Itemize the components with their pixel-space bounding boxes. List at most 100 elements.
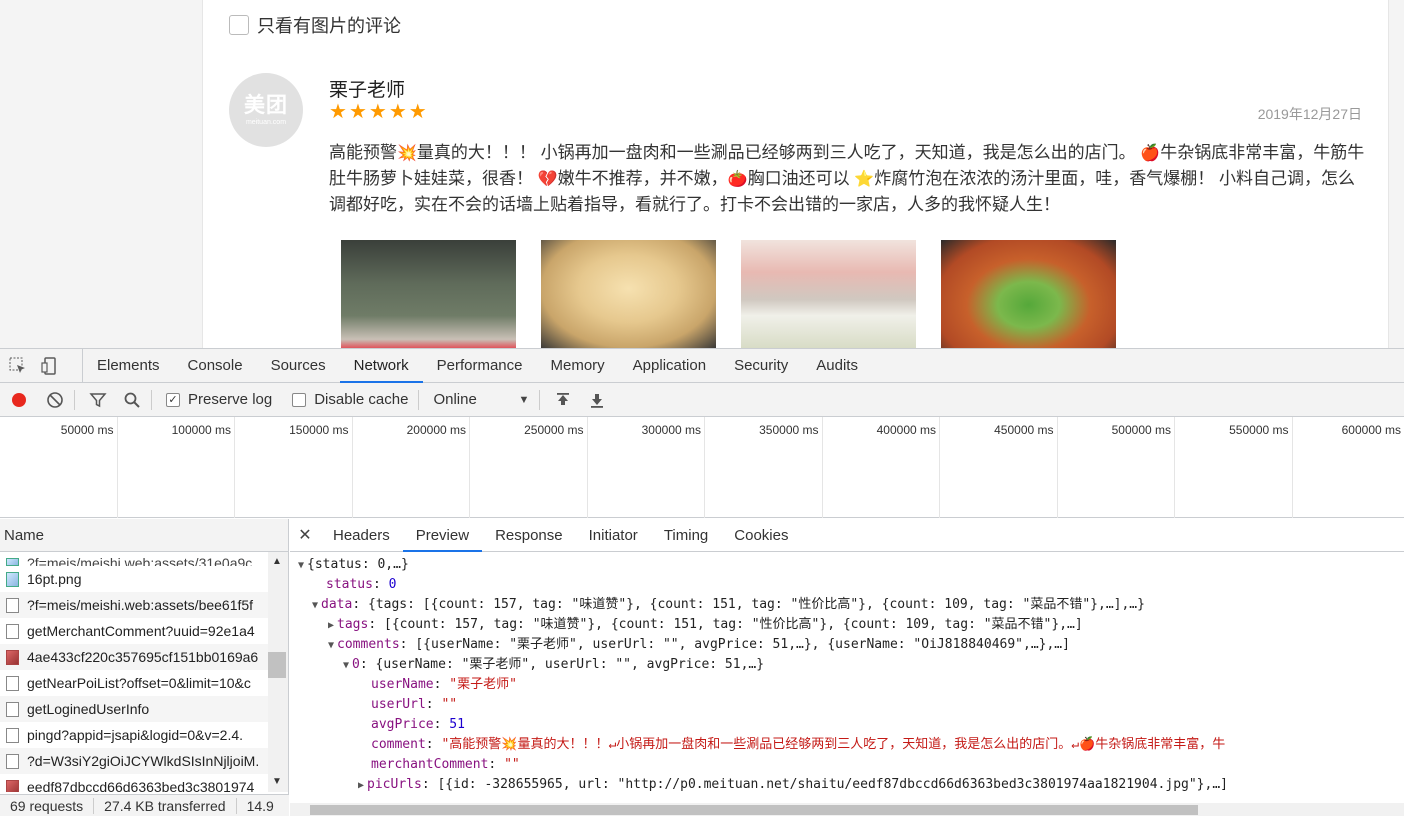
node-key: merchantComment [371,757,489,772]
tree-node-tags[interactable]: ▶ tags: [{count: 157, tag: "味道赞"}, {count… [328,615,1083,635]
tick-label: 600000 ms [1341,423,1401,437]
preview-horizontal-scrollbar[interactable] [290,803,1404,816]
tab-memory[interactable]: Memory [537,349,619,383]
throttling-select[interactable]: Online ▼ [433,391,529,408]
toolbar-divider [74,389,75,410]
device-toolbar-icon[interactable] [40,356,60,376]
export-har-icon[interactable] [586,389,608,411]
expanded-triangle-icon[interactable]: ▼ [343,660,349,671]
request-count: 69 requests [0,798,95,814]
tab-console[interactable]: Console [174,349,257,383]
star-icon: ★ [408,101,427,123]
scroll-down-arrow-icon[interactable]: ▼ [272,776,282,787]
preserve-log-toggle[interactable]: ✓ Preserve log [166,391,272,408]
review-stars: ★ ★ ★ ★ ★ [329,101,427,123]
expanded-triangle-icon[interactable]: ▼ [298,560,304,571]
tree-node-data[interactable]: ▼ data: {tags: [{count: 157, tag: "味道赞"},… [312,595,1145,615]
filter-icon[interactable] [87,389,109,411]
collapsed-triangle-icon[interactable]: ▶ [328,620,334,631]
tree-leaf-comment[interactable]: comment: "高能预警💥量真的大！！！↵小锅再加一盘肉和一些涮品已经够两到… [371,735,1225,755]
tab-audits[interactable]: Audits [802,349,872,383]
disable-cache-checkbox[interactable] [292,392,307,407]
photo-filter-label[interactable]: 只看有图片的评论 [257,12,401,38]
inspect-element-icon[interactable] [8,356,28,376]
photo-filter-checkbox[interactable] [229,15,249,35]
tab-cookies[interactable]: Cookies [721,519,801,552]
record-icon[interactable] [8,389,30,411]
tree-node-root[interactable]: ▼ {status: 0,…} [298,555,409,575]
tab-preview[interactable]: Preview [402,519,483,552]
toolbar-divider [151,389,152,410]
import-har-icon[interactable] [552,389,574,411]
image-file-icon [6,571,19,587]
tree-node-picurls[interactable]: ▶ picUrls: [{id: -328655965, url: "http:/… [358,775,1228,795]
network-status-bar: 69 requests 27.4 KB transferred 14.9 [0,794,289,816]
image-file-icon [6,649,19,665]
expanded-triangle-icon[interactable]: ▼ [312,600,318,611]
tab-security[interactable]: Security [720,349,802,383]
tick-label: 200000 ms [406,423,466,437]
review-photo[interactable] [741,240,916,348]
tab-network[interactable]: Network [339,349,423,383]
throttling-value: Online [433,391,477,408]
tab-response[interactable]: Response [482,519,576,552]
search-icon[interactable] [121,389,143,411]
request-row[interactable]: 16pt.png [0,566,268,592]
network-toolbar: ✓ Preserve log Disable cache Online ▼ [0,383,1404,417]
tick-label: 350000 ms [759,423,819,437]
request-row[interactable]: ?f=meis/meishi.web:assets/31e0a9c [0,552,268,566]
scrollbar-thumb[interactable] [310,805,1198,815]
image-file-icon [6,558,19,566]
tree-leaf-username[interactable]: userName: "栗子老师" [371,675,517,695]
web-page: 只看有图片的评论 美团 meituan.com 栗子老师 ★ ★ ★ ★ ★ 2… [0,0,1404,348]
scrollbar-thumb[interactable] [268,652,286,678]
preserve-log-checkbox[interactable]: ✓ [166,392,180,407]
clear-icon[interactable] [44,389,66,411]
tree-node-comment-0[interactable]: ▼ 0: {userName: "栗子老师", userUrl: "", avgP… [343,655,764,675]
requests-name-column-header[interactable]: Name [0,519,288,552]
review-photo[interactable] [541,240,716,348]
request-row[interactable]: eedf87dbccd66d6363bed3c3801974 [0,774,268,792]
request-row[interactable]: pingd?appid=jsapi&logid=0&v=2.4. [0,722,268,748]
request-row[interactable]: getLoginedUserInfo [0,696,268,722]
photo-filter[interactable]: 只看有图片的评论 [229,12,401,38]
request-row[interactable]: ?f=meis/meishi.web:assets/bee61f5f [0,592,268,618]
tab-performance[interactable]: Performance [423,349,537,383]
close-icon[interactable]: ✕ [290,525,320,545]
review-photo[interactable] [341,240,516,348]
request-row[interactable]: ?d=W3siY2giOiJCYWlkdSIsInNjljoiM. [0,748,268,774]
tree-leaf-userurl[interactable]: userUrl: "" [371,695,457,715]
node-summary: [{userName: "栗子老师", userUrl: "", avgPric… [415,637,1070,652]
tree-leaf-merchantcomment[interactable]: merchantComment: "" [371,755,520,775]
document-file-icon [6,597,19,613]
tree-node-comments[interactable]: ▼ comments: [{userName: "栗子老师", userUrl: … [328,635,1070,655]
image-file-icon [6,779,19,792]
request-name: getMerchantComment?uuid=92e1a4 [27,623,255,639]
requests-scrollbar[interactable]: ▲ ▼ [268,552,288,792]
node-value: 0 [388,577,397,592]
request-row[interactable]: getNearPoiList?offset=0&limit=10&c [0,670,268,696]
node-key: avgPrice [371,717,434,732]
tab-headers[interactable]: Headers [320,519,403,552]
star-icon: ★ [388,101,407,123]
scroll-up-arrow-icon[interactable]: ▲ [272,556,282,567]
tree-leaf-status[interactable]: status: 0 [326,575,396,595]
preserve-log-label[interactable]: Preserve log [188,391,272,408]
tab-elements[interactable]: Elements [83,349,174,383]
review-photo[interactable] [941,240,1116,348]
request-row[interactable]: getMerchantComment?uuid=92e1a4 [0,618,268,644]
expanded-triangle-icon[interactable]: ▼ [328,640,334,651]
collapsed-triangle-icon[interactable]: ▶ [358,780,364,791]
node-value: 51 [449,717,465,732]
tab-application[interactable]: Application [619,349,720,383]
tab-initiator[interactable]: Initiator [576,519,651,552]
tree-leaf-avgprice[interactable]: avgPrice: 51 [371,715,465,735]
request-row[interactable]: 4ae433cf220c357695cf151bb0169a6 [0,644,268,670]
node-value: "" [504,757,520,772]
network-overview-timeline[interactable]: 50000 ms 100000 ms 150000 ms 200000 ms 2… [0,417,1404,518]
disable-cache-label[interactable]: Disable cache [314,391,408,408]
tab-sources[interactable]: Sources [257,349,340,383]
disable-cache-toggle[interactable]: Disable cache [292,391,408,408]
tab-timing[interactable]: Timing [651,519,721,552]
request-name: 4ae433cf220c357695cf151bb0169a6 [27,649,259,665]
